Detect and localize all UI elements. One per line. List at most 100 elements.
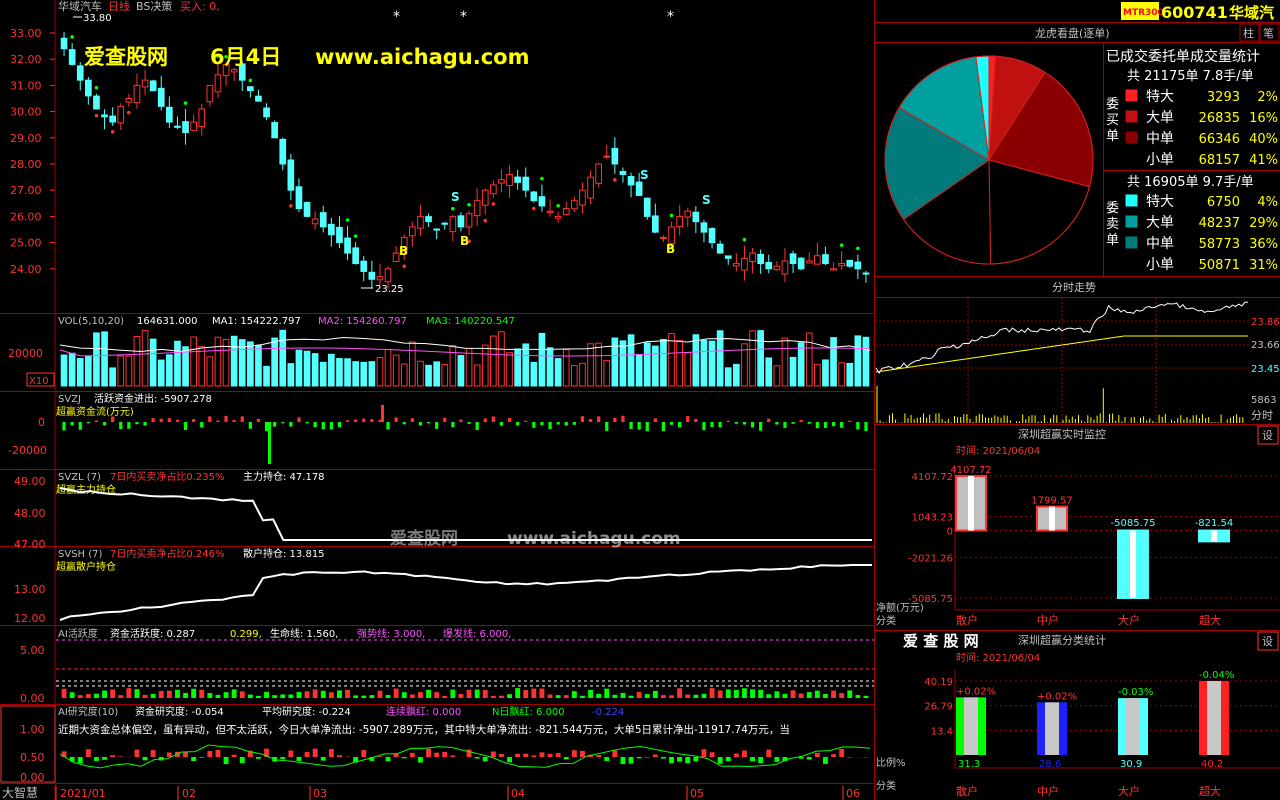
svzj-bar	[386, 422, 390, 430]
ai-active-y-1: 0.00	[20, 692, 45, 705]
volume-bar	[392, 354, 400, 387]
candle-body	[125, 98, 133, 103]
kline-y-tick: 30.00	[10, 106, 42, 119]
candle-body	[854, 261, 862, 270]
class-stats-value-label: 40.2	[1201, 759, 1223, 770]
candle-body	[708, 228, 716, 244]
ai-research-bar	[94, 757, 99, 761]
ai-active-bar	[199, 689, 205, 698]
row-volume: 3293	[1207, 90, 1240, 105]
buy-side-label: 委 买 单	[1106, 97, 1119, 144]
candlesticks[interactable]	[60, 31, 870, 289]
volume-bar	[562, 349, 570, 387]
sell-side-label: 委 卖 单	[1106, 201, 1119, 248]
svsh-panel[interactable]: SVSH (7) 7日内买卖净占比0.246% 散户持仓: 13.815 超赢散…	[14, 547, 872, 625]
kline-panel[interactable]: 华域汽车 日线 BS决策 买入: 0, * * * 33.00 32.00 31.0…	[10, 0, 870, 295]
ai-active-bar	[256, 695, 261, 698]
candle-body	[490, 184, 497, 195]
center-watermark: 爱查股网 www.aichagu.com	[390, 528, 681, 549]
volume-bar	[368, 361, 376, 387]
volume-bar	[789, 356, 797, 387]
svsh-title: SVSH (7)	[58, 549, 102, 560]
row-name: 大单	[1146, 215, 1174, 231]
dragon-panel[interactable]: 龙虎看盘(逐单) 柱 笔 已成交委托单成交量统计 共 21175单 7.8手/单…	[884, 23, 1280, 273]
class-stats-value-label: 31.3	[958, 759, 980, 770]
legend-swatch	[1125, 131, 1138, 144]
ai-active-y-0: 5.00	[20, 644, 45, 657]
buy-signal-b2: B	[460, 234, 469, 248]
volume-bar	[546, 347, 554, 387]
ai-active-bar	[223, 692, 229, 698]
ai-active-bar	[377, 690, 383, 698]
volume-panel[interactable]: VOL(5,10,20) 164631.000 MA1: 154222.797 …	[8, 316, 871, 387]
monitor-value-label: -5085.75	[1111, 518, 1156, 529]
monitor-category-label: 散户	[956, 613, 978, 627]
volume-bar	[595, 342, 602, 387]
volume-bar	[93, 332, 100, 387]
ai-active-bar	[409, 694, 415, 698]
svzj-bar	[345, 420, 350, 422]
period-label[interactable]: 日线	[108, 0, 130, 13]
class-stats-settings-button[interactable]: 设	[1262, 635, 1273, 648]
ai-research-bar	[604, 757, 610, 762]
monitor-y-tick: 4107.72	[912, 472, 953, 483]
intraday-panel[interactable]: 分时走势 23.86 23.66 23.45 5863 分时	[875, 281, 1280, 423]
ai-active-bar	[725, 689, 731, 698]
svzj-bar	[653, 418, 657, 422]
svzj-bar	[337, 422, 342, 428]
row-name: 小单	[1146, 152, 1174, 168]
volume-bar	[554, 358, 562, 387]
kline-y-tick: 26.00	[10, 210, 42, 223]
svzj-bar	[264, 422, 269, 432]
intraday-tick-0: 23.86	[1251, 317, 1280, 328]
sell-total: 共 16905单 9.7手/单	[1127, 175, 1254, 190]
ai-research-bar	[766, 749, 772, 757]
volume-bar	[279, 329, 287, 387]
ai-research-bar	[693, 757, 699, 762]
svzj-bar	[402, 422, 406, 425]
volume-bar	[514, 348, 521, 387]
monitor-bars: 4107.72 散户 1799.57 中户 -5085.75 大户 -821.54 超大	[950, 465, 1233, 627]
svzl-label: 主力持仓: 47.178	[243, 470, 325, 483]
svzj-bar	[669, 422, 674, 425]
candle-body	[352, 247, 359, 265]
monitor-panel[interactable]: 深圳超赢实时监控 设 时间: 2021/06/04 4107.72 1043.23…	[876, 425, 1280, 627]
ai-research-v3: 连续飘红: 0.000	[386, 705, 461, 718]
ai-active-bar	[458, 694, 464, 698]
svzl-line	[59, 487, 872, 541]
svzj-bar	[840, 422, 844, 428]
monitor-y-tick: 0	[947, 527, 953, 538]
signal-dot	[289, 204, 293, 208]
svzj-panel[interactable]: SVZJ 活跃资金进出: -5907.278 超赢资金流(万元) 0 -2000…	[8, 392, 868, 464]
legend-swatch	[1125, 215, 1138, 228]
candle-body	[757, 253, 764, 265]
column-button[interactable]: 柱	[1243, 26, 1254, 40]
ai-active-bar	[247, 694, 253, 698]
ai-active-bar	[604, 688, 610, 698]
x-label-0: 2021/01	[60, 787, 106, 800]
class-stats-change-label: +0.02%	[1037, 691, 1077, 702]
class-stats-panel[interactable]: 爱 查 股 网 深圳超赢分类统计 设 时间: 2021/06/04 40.19 2…	[876, 631, 1280, 798]
ai-active-bar	[628, 695, 634, 698]
ai-active-bar	[61, 688, 67, 698]
sell-side-char-3: 单	[1106, 233, 1119, 248]
candle-body	[652, 215, 659, 233]
watermark-url: www.aichagu.com	[315, 45, 530, 69]
volume-bar	[733, 363, 740, 387]
ai-research-v4: N日飘红: 6.000	[492, 705, 565, 718]
watermark-banner: 爱查股网 6月4日 www.aichagu.com	[84, 45, 530, 69]
ai-active-v4: 强势线: 3.000,	[357, 627, 425, 640]
ai-research-bar	[296, 757, 302, 761]
ai-research-v2: 平均研究度: -0.224	[262, 705, 351, 718]
ai-active-panel[interactable]: AI活跃度 资金活跃度: 0.287 0.299, 生命线: 1.560, 强势…	[20, 627, 874, 705]
monitor-settings-button[interactable]: 设	[1262, 429, 1273, 442]
svzj-bar	[127, 422, 131, 429]
ai-research-bar	[280, 757, 286, 760]
candle-body	[230, 69, 238, 73]
ai-research-bar	[612, 750, 618, 757]
pen-button[interactable]: 笔	[1263, 26, 1274, 40]
ai-research-bar	[636, 757, 642, 759]
ai-research-bar	[685, 757, 691, 764]
ai-research-panel[interactable]: AI研究度(10) 资金研究度: -0.054 平均研究度: -0.224 连续…	[0, 705, 871, 784]
ai-active-bar	[547, 694, 553, 698]
